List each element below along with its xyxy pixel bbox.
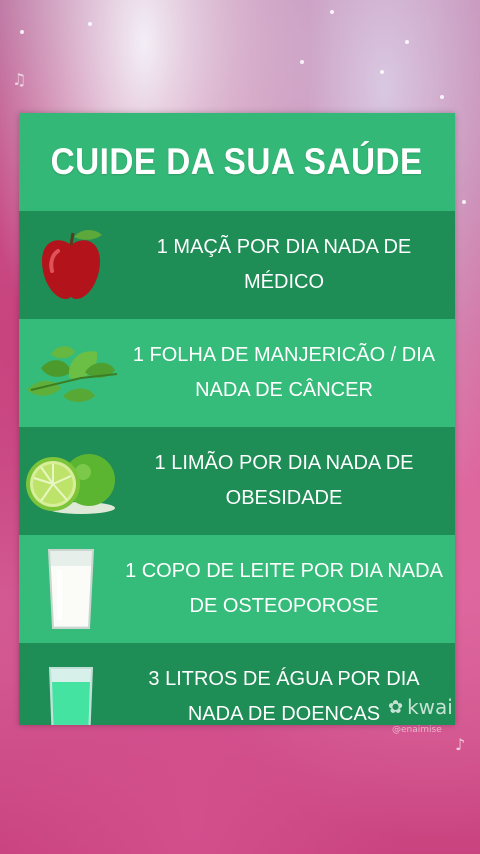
sparkle — [20, 30, 24, 34]
sparkle — [440, 95, 444, 99]
sparkle — [405, 40, 409, 44]
tip-row-milk: 1 COPO DE LEITE POR DIA NADA DE OSTEOPOR… — [19, 535, 455, 643]
watermark-handle: @enaimise — [392, 725, 442, 735]
tip-line-1: 3 LITROS DE ÁGUA POR DIA — [148, 668, 420, 690]
milk-glass-icon — [19, 535, 123, 643]
music-note-icon: ♫ — [12, 70, 27, 89]
tip-line-2: OBESIDADE — [225, 487, 343, 509]
water-glass-icon — [19, 643, 123, 725]
tip-row-lime: 1 LIMÃO POR DIA NADA DE OBESIDADE — [19, 427, 455, 535]
music-note-icon: ♪ — [455, 735, 466, 754]
tip-line-1: 1 COPO DE LEITE POR DIA NADA — [125, 560, 443, 582]
sparkle — [300, 60, 304, 64]
tip-row-apple: 1 MAÇÃ POR DIA NADA DE MÉDICO — [19, 211, 455, 319]
basil-leaves-icon — [19, 319, 123, 427]
kwai-watermark: ✿ kwai — [388, 695, 453, 719]
sparkle — [330, 10, 334, 14]
lime-icon — [19, 427, 123, 535]
kwai-logo-icon: ✿ — [388, 696, 404, 718]
sparkle — [88, 22, 92, 26]
sparkle — [462, 200, 466, 204]
tip-line-1: 1 MAÇÃ POR DIA NADA DE — [156, 236, 412, 258]
tip-row-basil: 1 FOLHA DE MANJERICÃO / DIA NADA DE CÂNC… — [19, 319, 455, 427]
tip-line-2: DE OSTEOPOROSE — [189, 595, 379, 617]
apple-icon — [19, 211, 123, 319]
card-title: CUIDE DA SUA SAÚDE — [51, 141, 423, 182]
watermark-brand: kwai — [407, 695, 453, 719]
tip-line-2: NADA DE CÂNCER — [195, 379, 373, 401]
sparkle — [380, 70, 384, 74]
tip-line-1: 1 LIMÃO POR DIA NADA DE — [154, 452, 414, 474]
title-bar: CUIDE DA SUA SAÚDE — [19, 113, 455, 211]
tip-line-1: 1 FOLHA DE MANJERICÃO / DIA — [132, 344, 436, 366]
health-tips-card: CUIDE DA SUA SAÚDE 1 MAÇÃ POR DIA NADA D… — [19, 113, 455, 725]
tip-line-2: MÉDICO — [244, 271, 324, 293]
